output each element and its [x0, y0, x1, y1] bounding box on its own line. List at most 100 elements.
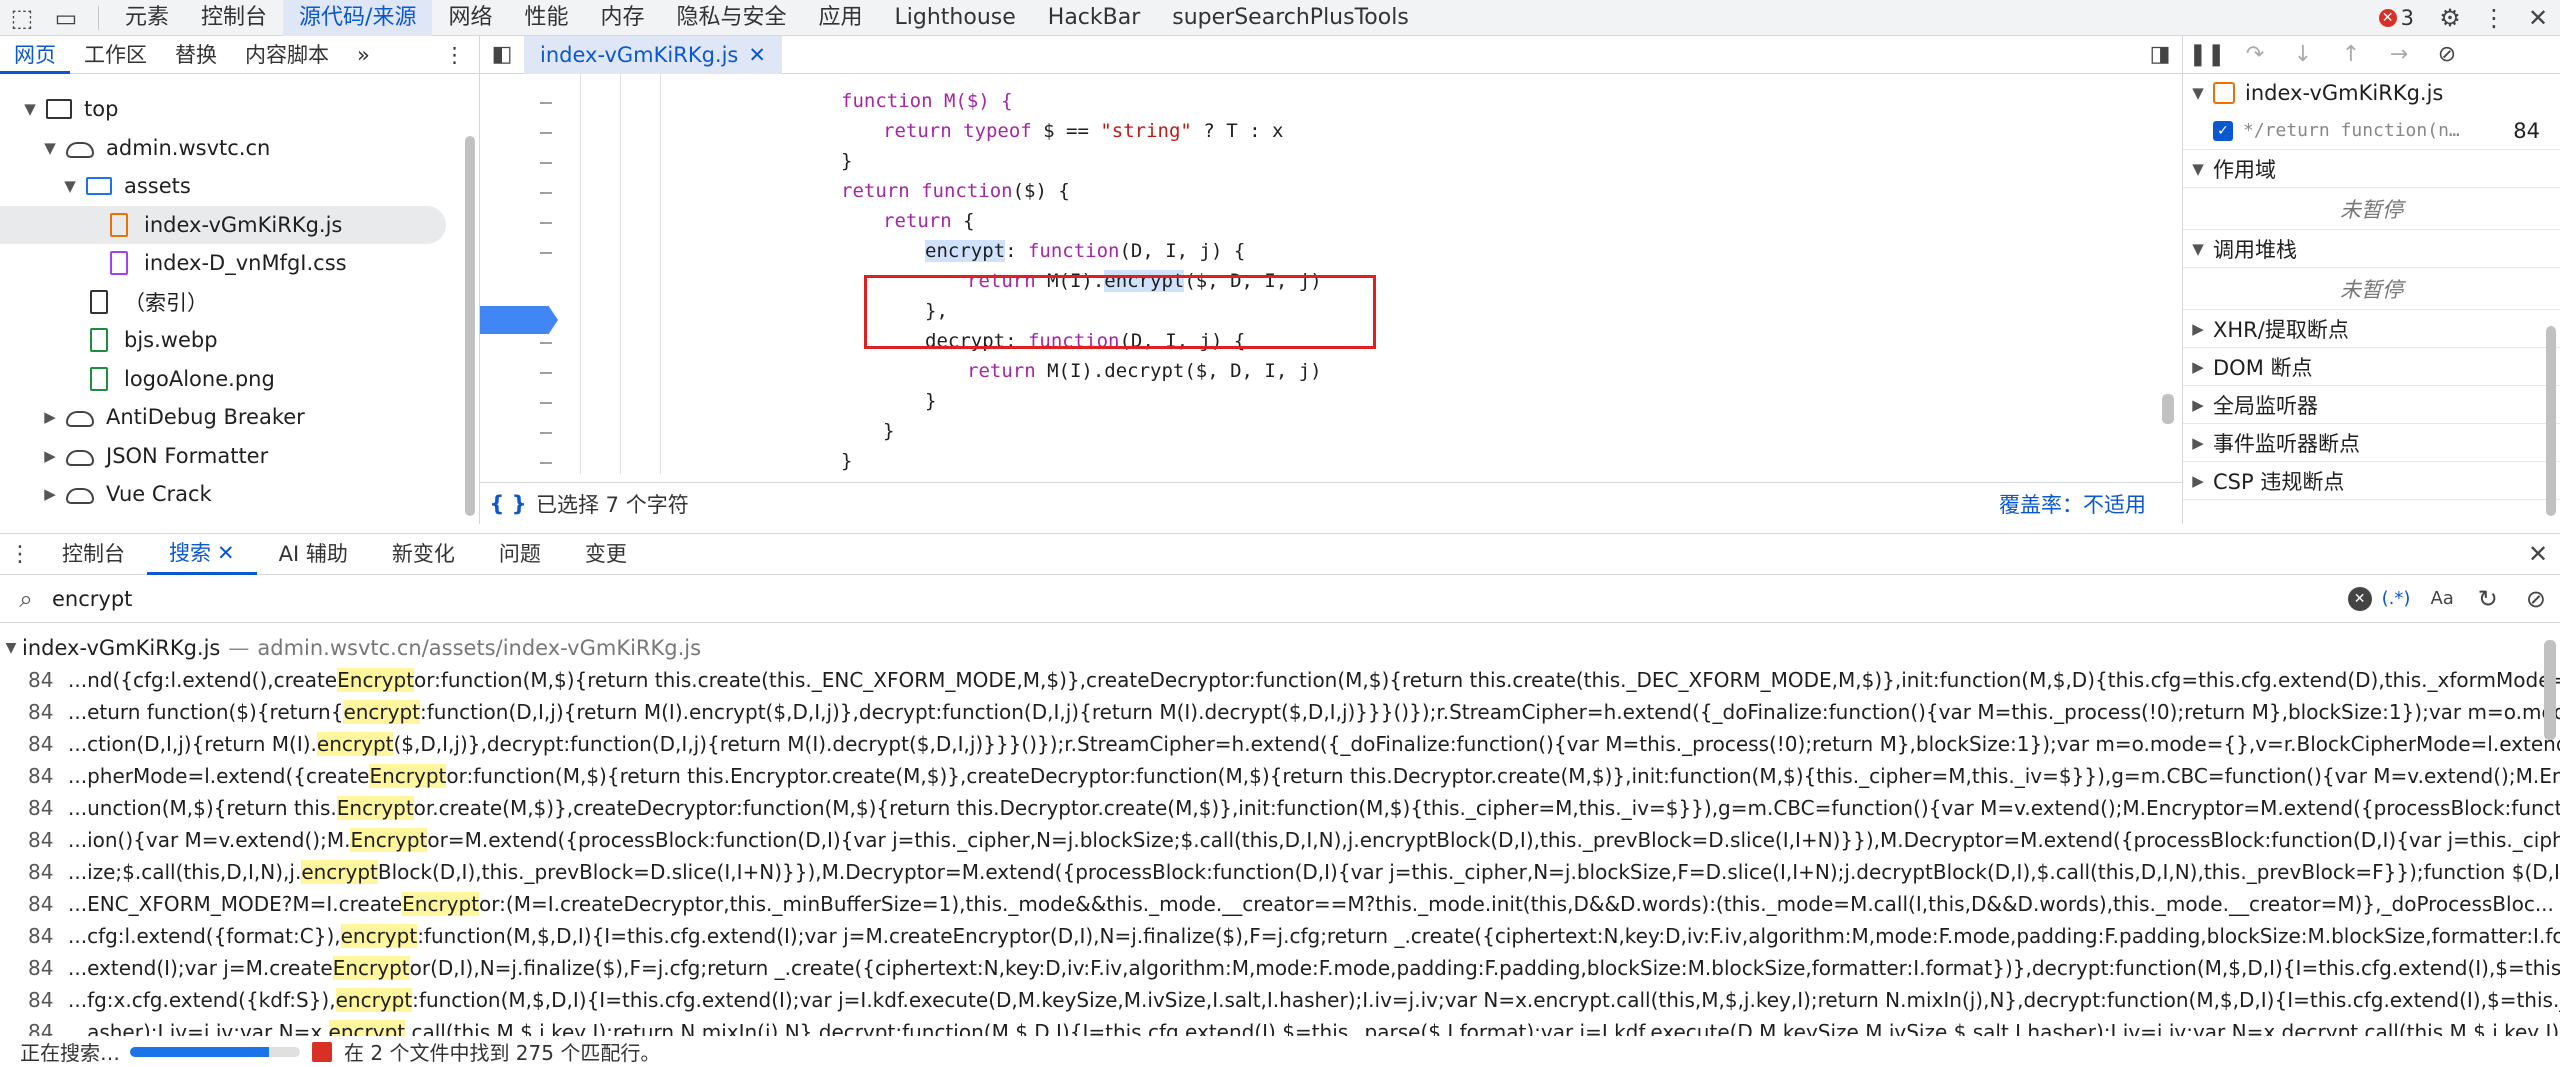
drawer-menu-icon[interactable]: ⋮ [0, 542, 40, 567]
tree-item[interactable]: ▶ JSON Formatter [0, 437, 268, 475]
more-options-icon[interactable]: ⋮ [2472, 0, 2516, 36]
navigator-scrollbar[interactable] [465, 136, 475, 516]
expand-arrow-icon[interactable]: ▼ [60, 177, 80, 195]
nav-tab-workspace[interactable]: 工作区 [70, 36, 161, 74]
match-case-toggle[interactable]: Aa [2420, 588, 2463, 609]
result-line[interactable]: 84 ...pherMode=l.extend({createEncryptor:… [0, 760, 2560, 792]
tab-sources[interactable]: 源代码/来源 [283, 0, 433, 36]
tab-console[interactable]: 控制台 [185, 0, 283, 36]
result-line[interactable]: 84 ...ize;$.call(this,D,I,N),j.encryptBlo… [0, 856, 2560, 888]
xhr-breakpoints-header[interactable]: ▶ XHR/提取断点 [2183, 310, 2560, 348]
result-line[interactable]: 84 ...ENC_XFORM_MODE?M=I.createEncryptor:… [0, 888, 2560, 920]
tree-item[interactable]: index-vGmKiRKg.js [0, 205, 446, 244]
pretty-print-icon[interactable]: { } [480, 492, 536, 516]
code-area[interactable]: function M($) { return typeof $ == "stri… [480, 74, 2182, 482]
breakpoint-entry[interactable]: ✓ */return function(n… 84 [2183, 112, 2560, 150]
result-line[interactable]: 84 ...asher);I.iv=j.iv;var N=x.encrypt.ca… [0, 1016, 2560, 1036]
regex-toggle[interactable]: (.*) [2372, 588, 2421, 609]
tab-performance[interactable]: 性能 [508, 0, 584, 36]
drawer-tab-console[interactable]: 控制台 [40, 533, 147, 575]
collapse-arrow-icon[interactable]: ▶ [40, 485, 60, 503]
inspect-element-icon[interactable]: ⬚ [0, 0, 44, 36]
toggle-navigator-icon[interactable]: ◧ [480, 42, 524, 67]
tree-item[interactable]: index-D_vnMfgI.css [0, 244, 347, 282]
breakpoint-file-row[interactable]: ▼ index-vGmKiRKg.js [2183, 74, 2560, 112]
code-line: } [925, 390, 936, 412]
results-scrollbar[interactable] [2544, 640, 2556, 740]
device-toolbar-icon[interactable]: ▭ [44, 0, 88, 36]
tab-lighthouse[interactable]: Lighthouse [879, 0, 1032, 36]
close-drawer-icon[interactable]: ✕ [2516, 540, 2560, 568]
navigator-tabs: 网页 工作区 替换 内容脚本 » ⋮ [0, 36, 479, 74]
clear-search-icon[interactable]: ✕ [2347, 586, 2372, 611]
drawer-tab-ai-assistance[interactable]: AI 辅助 [257, 533, 370, 575]
close-search-tab-icon[interactable]: ✕ [217, 532, 235, 574]
tree-item[interactable]: ▼ admin.wsvtc.cn [0, 129, 270, 167]
scope-section-header[interactable]: ▼ 作用域 [2183, 150, 2560, 188]
tab-application[interactable]: 应用 [803, 0, 879, 36]
tree-item[interactable]: ▼ assets [0, 167, 191, 205]
drawer-tab-whats-new[interactable]: 新变化 [370, 533, 477, 575]
step-icon[interactable]: → [2375, 42, 2423, 67]
step-out-icon[interactable]: ↑ [2327, 42, 2375, 67]
tree-item[interactable]: ▶ AntiDebug Breaker [0, 398, 305, 436]
more-tabs-chevron-icon[interactable]: » [343, 36, 384, 74]
result-line[interactable]: 84 ...cfg:l.extend({format:C}),encrypt:fu… [0, 920, 2560, 952]
breakpoint-marker[interactable] [480, 306, 558, 334]
tree-item[interactable]: ▶ Vue Crack [0, 475, 212, 513]
clear-results-icon[interactable]: ⊘ [2512, 585, 2560, 613]
nav-tab-content-scripts[interactable]: 内容脚本 [231, 36, 343, 74]
result-line[interactable]: 84 ...eturn function($){return{encrypt:fu… [0, 696, 2560, 728]
global-listeners-header[interactable]: ▶ 全局监听器 [2183, 386, 2560, 424]
refresh-search-icon[interactable]: ↻ [2464, 585, 2512, 613]
editor-file-tab[interactable]: index-vGmKiRKg.js ✕ [524, 35, 782, 74]
collapse-arrow-icon[interactable]: ▶ [40, 408, 60, 426]
tree-item[interactable]: （索引） [0, 283, 208, 321]
error-counter[interactable]: ✕ 3 [2365, 6, 2428, 30]
expand-arrow-icon[interactable]: ▼ [20, 100, 40, 118]
result-line[interactable]: 84 ...ion(){var M=v.extend();M.Encryptor=… [0, 824, 2560, 856]
dom-breakpoints-header[interactable]: ▶ DOM 断点 [2183, 348, 2560, 386]
breakpoint-checkbox[interactable]: ✓ [2213, 120, 2233, 141]
nav-tab-page[interactable]: 网页 [0, 36, 70, 74]
result-line[interactable]: 84 ...fg:x.cfg.extend({kdf:S}),encrypt:fu… [0, 984, 2560, 1016]
nav-tab-overrides[interactable]: 替换 [161, 36, 231, 74]
event-listener-breakpoints-header[interactable]: ▶ 事件监听器断点 [2183, 424, 2560, 462]
search-input[interactable] [52, 586, 2302, 611]
coverage-value[interactable]: 不适用 [2083, 489, 2146, 519]
toggle-debugger-icon[interactable]: ◨ [2138, 42, 2182, 67]
drawer-tab-changes[interactable]: 变更 [563, 533, 649, 575]
tree-item[interactable]: bjs.webp [0, 321, 218, 359]
result-line[interactable]: 84 ...extend(I);var j=M.createEncryptor(D… [0, 952, 2560, 984]
deactivate-breakpoints-icon[interactable]: ⊘ [2423, 42, 2471, 67]
expand-arrow-icon[interactable]: ▼ [40, 139, 60, 157]
tab-privacy-security[interactable]: 隐私与安全 [661, 0, 803, 36]
navigator-menu-icon[interactable]: ⋮ [430, 36, 479, 74]
indent-guide [660, 74, 661, 474]
drawer-tab-search[interactable]: 搜索 ✕ [147, 533, 257, 575]
tab-memory[interactable]: 内存 [584, 0, 660, 36]
settings-gear-icon[interactable]: ⚙ [2428, 0, 2472, 36]
pause-resume-icon[interactable]: ❚❚ [2183, 42, 2231, 67]
step-over-icon[interactable]: ↷ [2231, 42, 2279, 67]
result-file-header[interactable]: ▼ index-vGmKiRKg.js — admin.wsvtc.cn/ass… [0, 632, 2560, 664]
debugger-scrollbar[interactable] [2546, 326, 2556, 516]
tree-item[interactable]: logoAlone.png [0, 360, 275, 398]
result-line[interactable]: 84 ...nd({cfg:l.extend(),createEncryptor:… [0, 664, 2560, 696]
csp-violation-breakpoints-header[interactable]: ▶ CSP 违规断点 [2183, 462, 2560, 500]
result-line[interactable]: 84 ...unction(M,$){return this.Encryptor.… [0, 792, 2560, 824]
collapse-arrow-icon[interactable]: ▶ [40, 447, 60, 465]
editor-scrollbar[interactable] [2162, 394, 2174, 424]
tab-supersearchplustools[interactable]: superSearchPlusTools [1156, 0, 1425, 36]
stop-search-icon[interactable] [312, 1041, 332, 1062]
tab-elements[interactable]: 元素 [109, 0, 185, 36]
close-tab-icon[interactable]: ✕ [748, 36, 766, 74]
drawer-tab-issues[interactable]: 问题 [477, 533, 563, 575]
close-devtools-icon[interactable]: ✕ [2516, 0, 2560, 36]
tab-hackbar[interactable]: HackBar [1032, 0, 1156, 36]
tab-network[interactable]: 网络 [432, 0, 508, 36]
step-into-icon[interactable]: ↓ [2279, 42, 2327, 67]
result-line[interactable]: 84 ...ction(D,I,j){return M(I).encrypt($,… [0, 728, 2560, 760]
tree-item[interactable]: ▼ top [0, 90, 118, 128]
callstack-section-header[interactable]: ▼ 调用堆栈 [2183, 230, 2560, 268]
